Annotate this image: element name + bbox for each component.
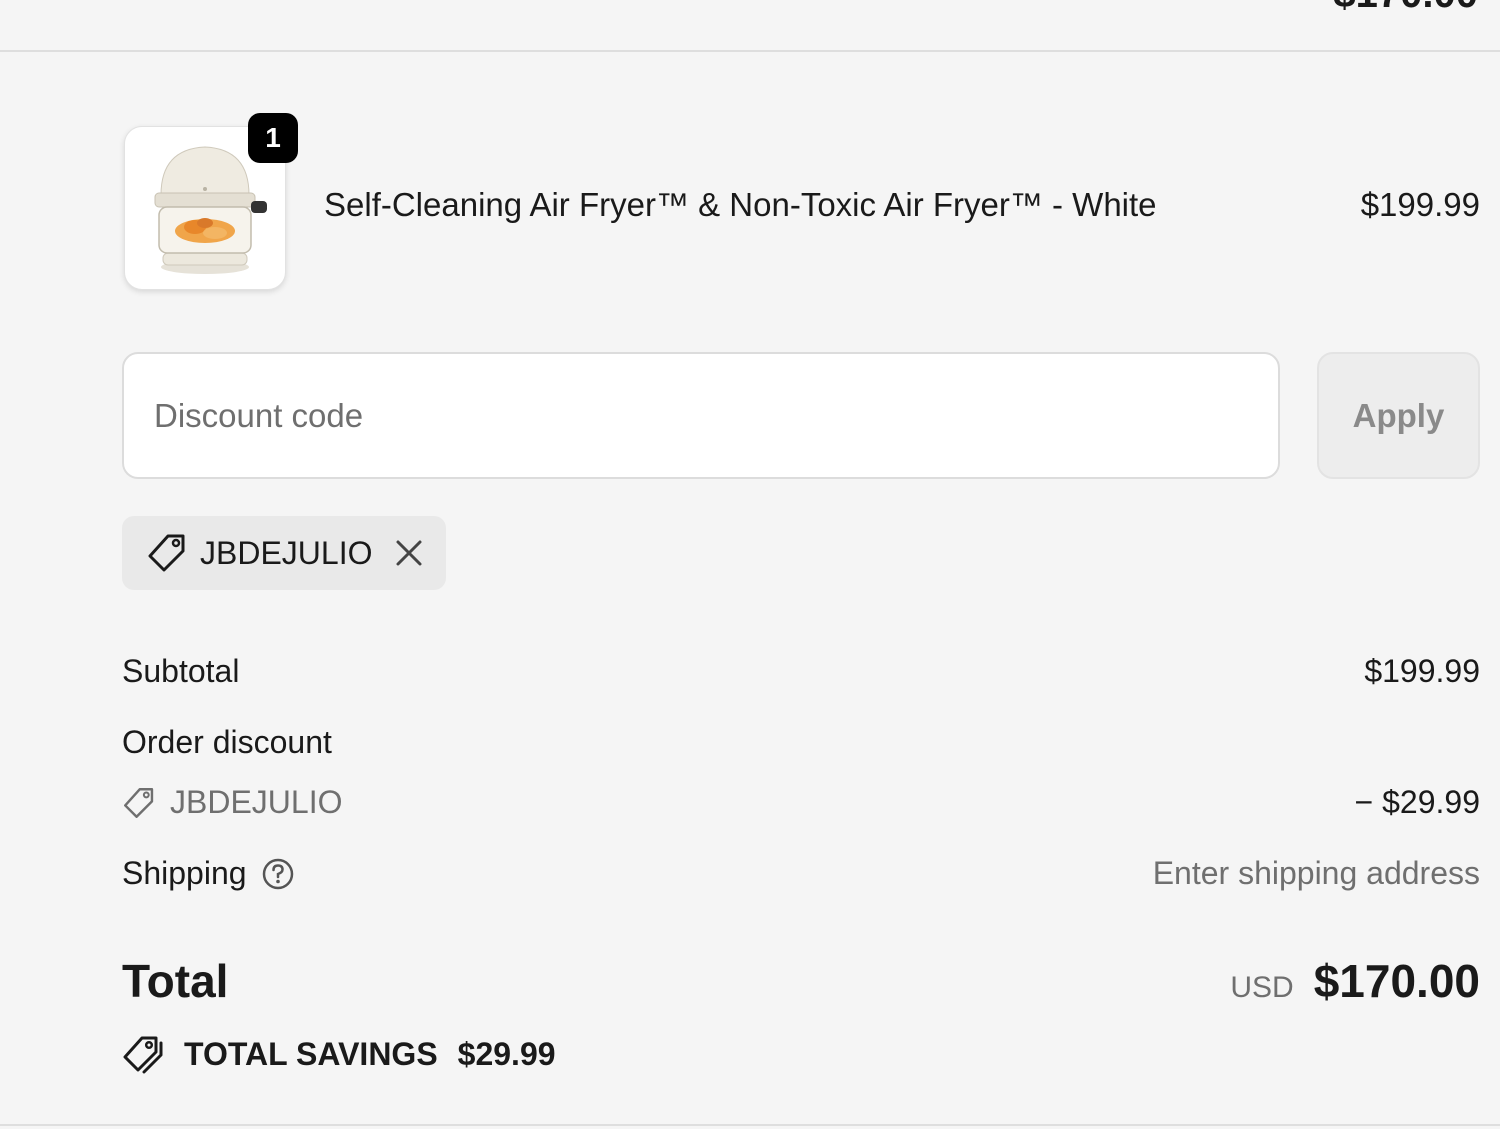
order-discount-code: JBDEJULIO bbox=[170, 784, 343, 820]
shipping-label: Shipping bbox=[122, 855, 247, 891]
top-divider bbox=[0, 50, 1500, 52]
total-savings-amount: $29.99 bbox=[457, 1035, 556, 1072]
quantity-badge: 1 bbox=[248, 113, 298, 163]
applied-discount-chip: JBDEJULIO bbox=[122, 516, 446, 590]
product-price: $199.99 bbox=[1360, 186, 1480, 223]
total-value: USD $170.00 bbox=[1230, 954, 1480, 1008]
question-circle-icon bbox=[262, 858, 293, 889]
tag-icon bbox=[122, 786, 156, 820]
total-savings-label: TOTAL SAVINGS bbox=[184, 1035, 438, 1072]
order-discount-label: Order discount bbox=[122, 724, 332, 760]
order-discount-code-row: JBDEJULIO bbox=[122, 784, 342, 821]
total-label: Total bbox=[122, 955, 229, 1007]
order-discount-value: − $29.99 bbox=[1354, 784, 1480, 820]
total-amount: $170.00 bbox=[1313, 955, 1480, 1007]
close-icon bbox=[396, 540, 422, 566]
currency-code: USD bbox=[1230, 971, 1294, 1004]
total-savings: TOTAL SAVINGS $29.99 bbox=[122, 1034, 556, 1074]
applied-discount-code: JBDEJULIO bbox=[200, 534, 373, 571]
shipping-label-row: Shipping bbox=[122, 855, 295, 892]
discount-code-input[interactable] bbox=[122, 352, 1280, 479]
subtotal-label: Subtotal bbox=[122, 653, 240, 689]
apply-button[interactable]: Apply bbox=[1317, 352, 1480, 479]
tag-icon bbox=[146, 532, 188, 574]
remove-discount-button[interactable] bbox=[394, 538, 424, 568]
shipping-value: Enter shipping address bbox=[1152, 855, 1480, 891]
shipping-help-button[interactable] bbox=[261, 857, 295, 891]
subtotal-value: $199.99 bbox=[1364, 653, 1480, 689]
bottom-divider bbox=[0, 1124, 1500, 1126]
header-total-amount: $170.00 bbox=[1333, 0, 1478, 14]
product-name: Self-Cleaning Air Fryer™ & Non-Toxic Air… bbox=[324, 186, 1157, 223]
tags-icon bbox=[122, 1034, 166, 1074]
